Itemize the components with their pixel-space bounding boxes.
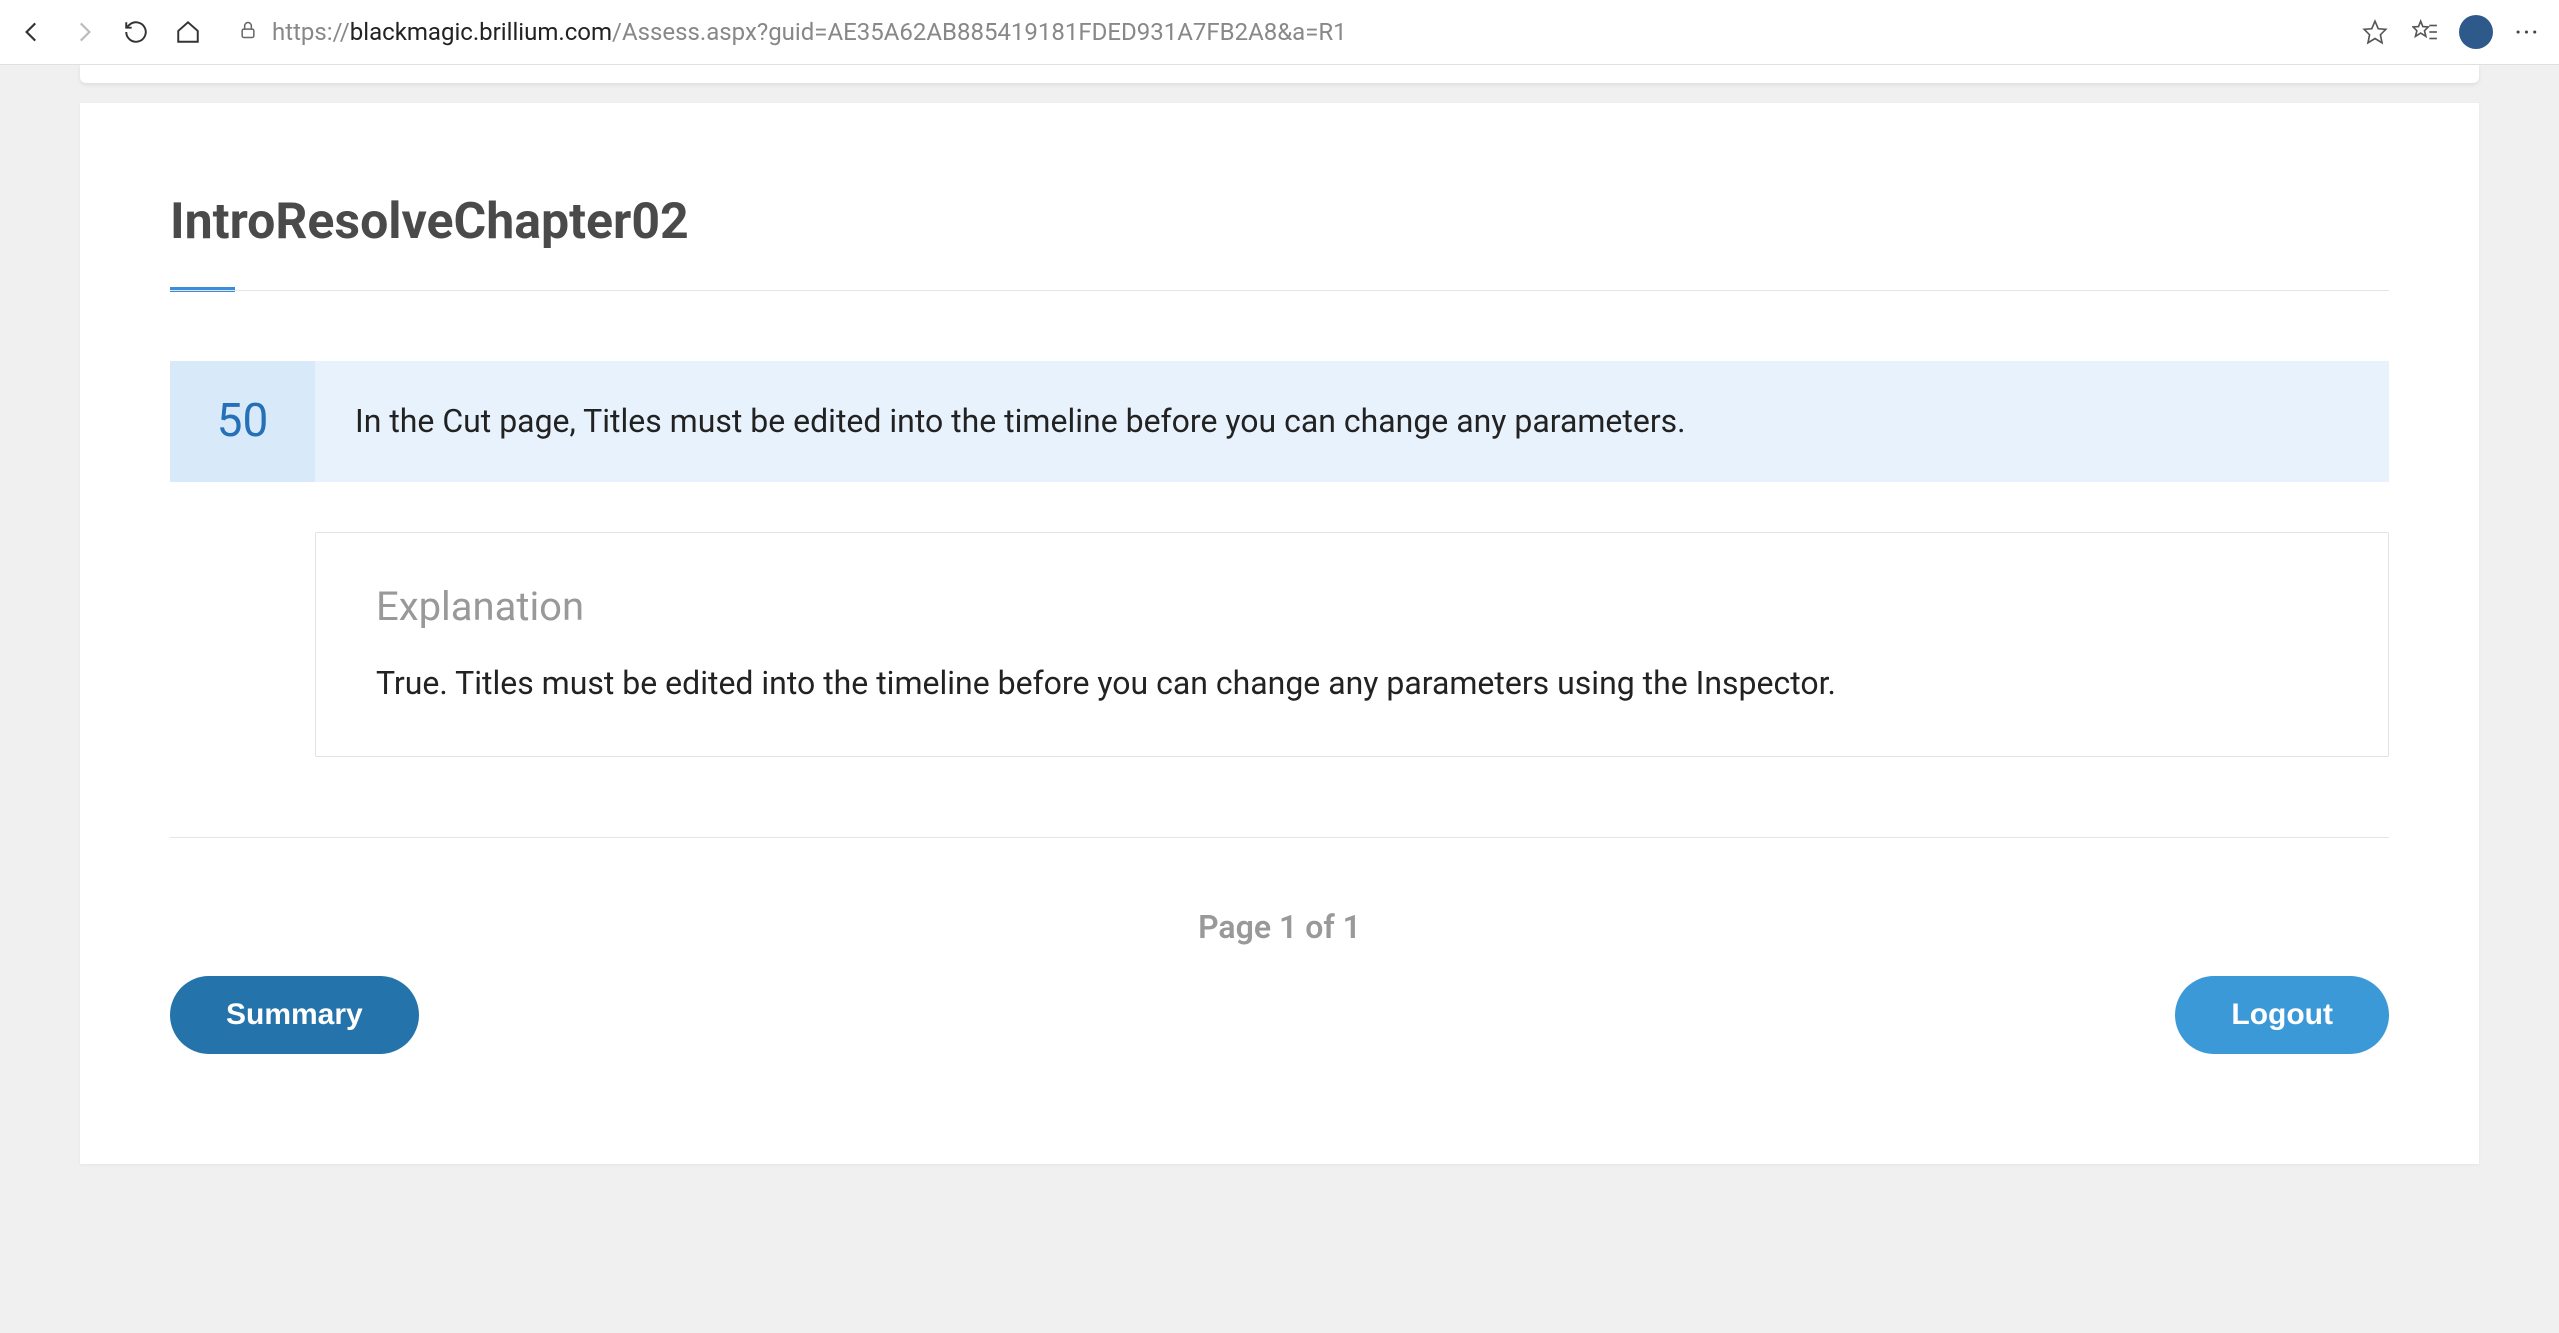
summary-button[interactable]: Summary bbox=[170, 976, 419, 1054]
question-number: 50 bbox=[170, 361, 315, 482]
question-text: In the Cut page, Titles must be edited i… bbox=[315, 361, 2389, 482]
page-body: IntroResolveChapter02 50 In the Cut page… bbox=[0, 65, 2559, 1333]
url-text: https://blackmagic.brillium.com/Assess.a… bbox=[272, 18, 2325, 46]
url-protocol: https:// bbox=[272, 18, 350, 46]
pagination-text: Page 1 of 1 bbox=[170, 908, 2389, 946]
nav-buttons bbox=[16, 16, 204, 48]
footer-divider bbox=[170, 837, 2389, 838]
home-button[interactable] bbox=[172, 16, 204, 48]
refresh-button[interactable] bbox=[120, 16, 152, 48]
forward-button[interactable] bbox=[68, 16, 100, 48]
title-divider bbox=[170, 290, 2389, 291]
back-button[interactable] bbox=[16, 16, 48, 48]
page-title: IntroResolveChapter02 bbox=[170, 193, 2389, 251]
explanation-heading: Explanation bbox=[376, 583, 2328, 630]
question-block: 50 In the Cut page, Titles must be edite… bbox=[170, 361, 2389, 482]
action-buttons: Summary Logout bbox=[170, 976, 2389, 1054]
profile-avatar[interactable] bbox=[2459, 15, 2493, 49]
logout-button[interactable]: Logout bbox=[2175, 976, 2389, 1054]
lock-icon bbox=[238, 18, 258, 46]
more-menu-icon[interactable]: ··· bbox=[2511, 16, 2543, 49]
explanation-block: Explanation True. Titles must be edited … bbox=[315, 532, 2389, 757]
content-card: IntroResolveChapter02 50 In the Cut page… bbox=[80, 103, 2479, 1164]
browser-toolbar: https://blackmagic.brillium.com/Assess.a… bbox=[0, 0, 2559, 65]
favorites-list-icon[interactable] bbox=[2409, 16, 2441, 48]
url-path: /Assess.aspx?guid=AE35A62AB885419181FDED… bbox=[612, 18, 1347, 46]
tab-bar-remnant bbox=[80, 65, 2479, 83]
favorite-star-icon[interactable] bbox=[2359, 16, 2391, 48]
explanation-text: True. Titles must be edited into the tim… bbox=[376, 660, 2328, 706]
address-bar[interactable]: https://blackmagic.brillium.com/Assess.a… bbox=[218, 10, 2345, 54]
url-host: blackmagic.brillium.com bbox=[350, 18, 612, 46]
toolbar-right: ··· bbox=[2359, 15, 2543, 49]
